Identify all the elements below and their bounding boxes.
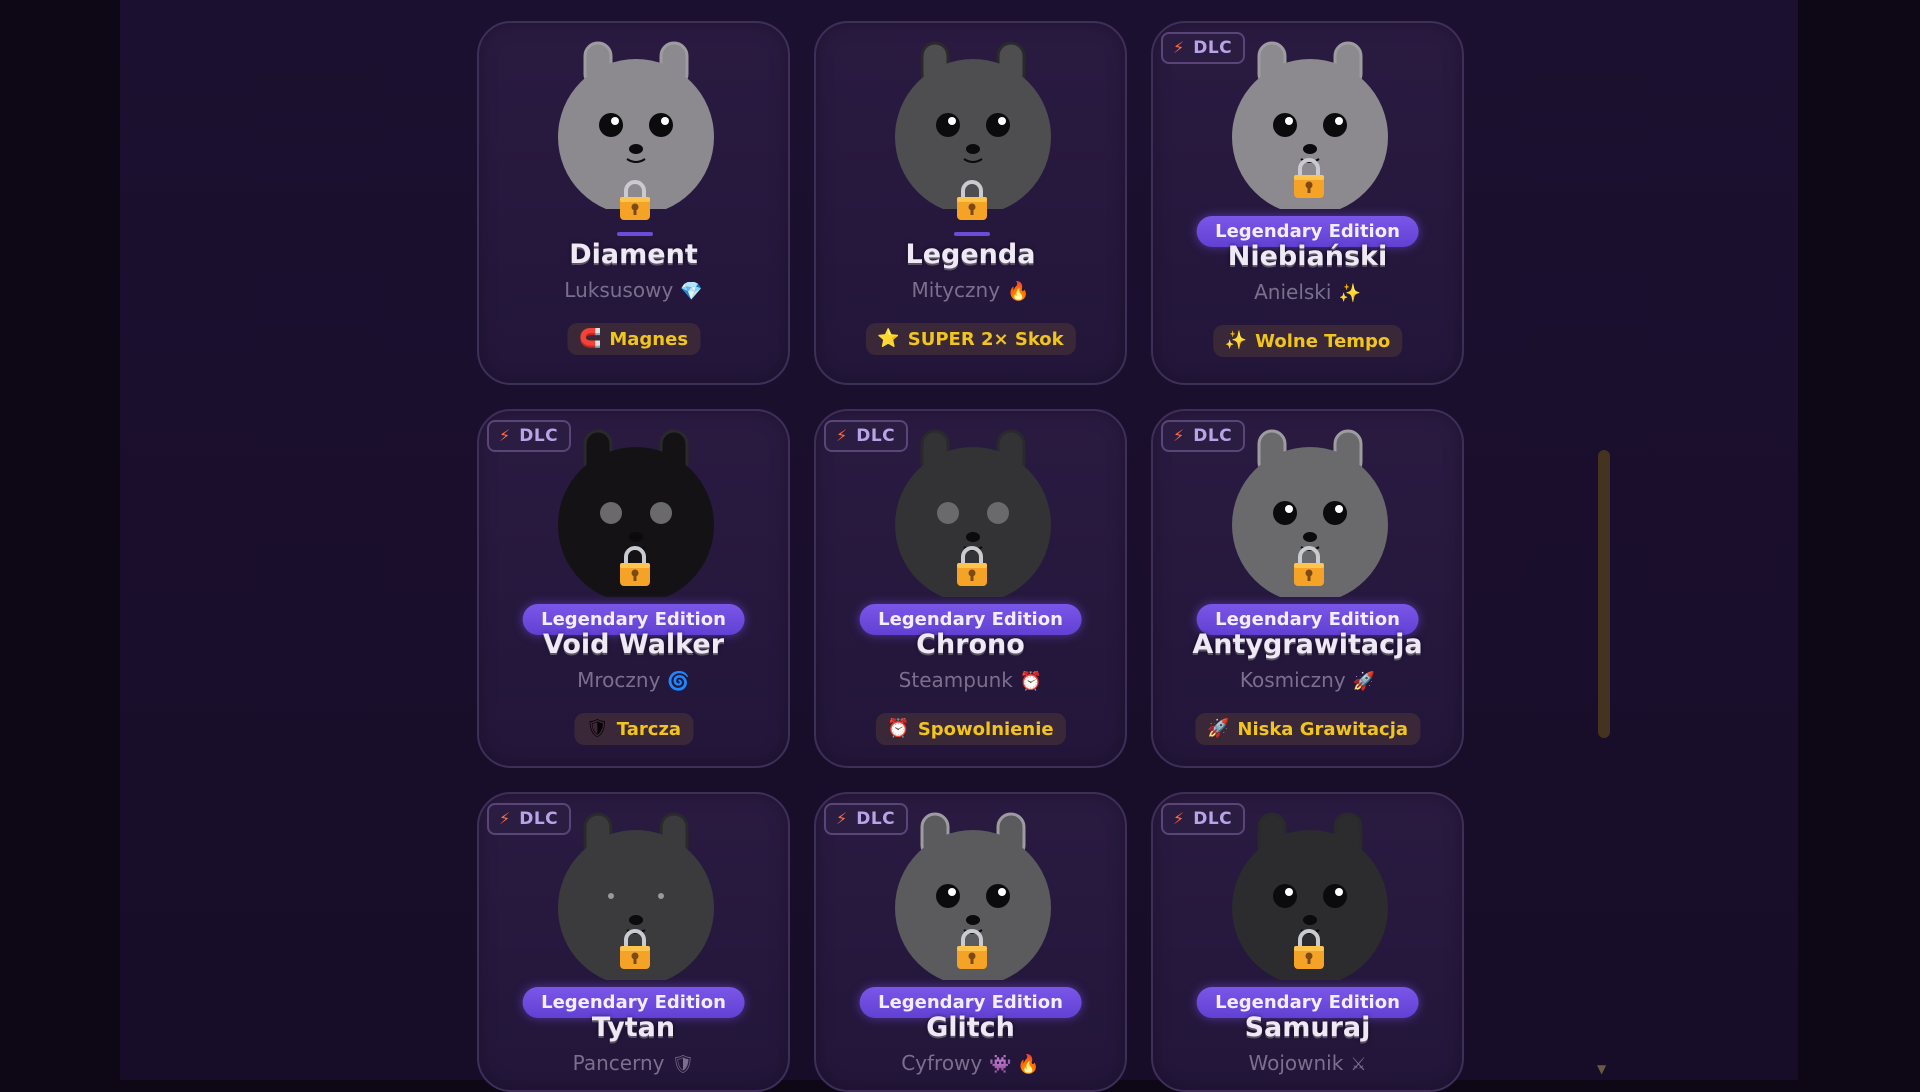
rarity-icon: 🔥 bbox=[1007, 281, 1030, 302]
skin-card[interactable]: ⚡ DLC Legendary Edition Glitch Cyfrowy 👾 🔥 bbox=[814, 792, 1127, 1092]
lock-icon bbox=[618, 180, 652, 222]
skin-name: Glitch bbox=[926, 1012, 1015, 1043]
rarity-icon: 🛡 bbox=[671, 1054, 695, 1075]
ability-chip: ⭐ SUPER 2× Skok bbox=[865, 323, 1076, 355]
rarity-icon: 🌀 bbox=[667, 671, 690, 692]
dlc-label: DLC bbox=[519, 426, 559, 446]
ability-chip: ⏰ Spowolnienie bbox=[875, 713, 1066, 745]
ability-icon: 🧲 bbox=[578, 328, 602, 349]
skin-card[interactable]: ⚡ DLC Legendary Edition Chrono Steampunk ⏰ ⏰ Sp… bbox=[814, 409, 1127, 768]
lightning-icon: ⚡ bbox=[499, 426, 511, 445]
lock-icon bbox=[1292, 158, 1326, 200]
rarity-icon: ✨ bbox=[1338, 283, 1361, 304]
skin-name: Niebiański bbox=[1227, 241, 1388, 272]
lock-icon bbox=[618, 546, 652, 588]
skin-selection-panel: Diament Luksusowy 💎 🧲 Magnes Legenda Mityczny 🔥… bbox=[120, 0, 1798, 1092]
ability-chip: 🚀 Niska Grawitacja bbox=[1194, 713, 1421, 745]
lock-icon bbox=[955, 180, 989, 222]
skin-rarity: Luksusowy 💎 bbox=[479, 278, 788, 304]
skin-rarity: Pancerny 🛡 bbox=[479, 1051, 788, 1077]
dlc-label: DLC bbox=[1193, 426, 1233, 446]
rarity-icon: 👾 🔥 bbox=[989, 1054, 1040, 1075]
lightning-icon: ⚡ bbox=[1173, 426, 1185, 445]
lock-icon bbox=[1292, 546, 1326, 588]
ability-icon: 🚀 bbox=[1206, 718, 1230, 739]
rarity-label: Mityczny bbox=[911, 278, 1001, 302]
dlc-label: DLC bbox=[856, 426, 896, 446]
skin-name: Samuraj bbox=[1244, 1012, 1371, 1043]
skin-rarity: Kosmiczny 🚀 bbox=[1153, 668, 1462, 694]
skin-rarity: Mityczny 🔥 bbox=[816, 278, 1125, 304]
lightning-icon: ⚡ bbox=[836, 426, 848, 445]
skin-card[interactable]: ⚡ DLC Legendary Edition Void Walker Mroczny 🌀… bbox=[477, 409, 790, 768]
skin-card[interactable]: ⚡ DLC Legendary Edition Samuraj Wojownik ⚔ bbox=[1151, 792, 1464, 1092]
skin-rarity: Cyfrowy 👾 🔥 bbox=[816, 1051, 1125, 1077]
name-underline bbox=[954, 232, 990, 236]
skin-card[interactable]: Diament Luksusowy 💎 🧲 Magnes bbox=[477, 21, 790, 385]
ability-label: Tarcza bbox=[616, 718, 682, 740]
skin-rarity: Steampunk ⏰ bbox=[816, 668, 1125, 694]
dlc-label: DLC bbox=[1193, 38, 1233, 58]
lock-icon bbox=[618, 929, 652, 971]
skin-name: Diament bbox=[569, 239, 698, 270]
rarity-label: Kosmiczny bbox=[1239, 668, 1346, 692]
skin-name: Void Walker bbox=[542, 629, 725, 660]
dlc-label: DLC bbox=[856, 809, 896, 829]
skin-name: Antygrawitacja bbox=[1192, 629, 1423, 660]
rarity-label: Cyfrowy bbox=[901, 1051, 983, 1075]
dlc-label: DLC bbox=[519, 809, 559, 829]
ability-label: SUPER 2× Skok bbox=[907, 328, 1064, 350]
rarity-label: Anielski bbox=[1254, 280, 1332, 304]
ability-chip: 🧲 Magnes bbox=[566, 323, 701, 355]
lightning-icon: ⚡ bbox=[1173, 38, 1185, 57]
ability-icon: ✨ bbox=[1224, 330, 1248, 351]
ability-chip: 🛡 Tarcza bbox=[573, 713, 694, 745]
skin-name: Legenda bbox=[905, 239, 1036, 270]
skin-rarity: Wojownik ⚔ bbox=[1153, 1051, 1462, 1077]
dlc-label: DLC bbox=[1193, 809, 1233, 829]
skin-card[interactable]: ⚡ DLC Legendary Edition Tytan Pancerny 🛡 bbox=[477, 792, 790, 1092]
ability-chip: ✨ Wolne Tempo bbox=[1212, 325, 1403, 357]
ability-icon: ⭐ bbox=[877, 328, 900, 349]
skin-card[interactable]: ⚡ DLC Legendary Edition Niebiański Anielski ✨… bbox=[1151, 21, 1464, 385]
skin-rarity: Anielski ✨ bbox=[1153, 280, 1462, 306]
lock-icon bbox=[955, 546, 989, 588]
rarity-icon: 💎 bbox=[680, 281, 703, 302]
ability-label: Spowolnienie bbox=[917, 718, 1054, 740]
rarity-label: Steampunk bbox=[898, 668, 1013, 692]
scrollbar-thumb[interactable] bbox=[1598, 450, 1610, 738]
rarity-label: Luksusowy bbox=[564, 278, 674, 302]
ability-icon: 🛡 bbox=[585, 718, 609, 739]
skin-name: Tytan bbox=[591, 1012, 676, 1043]
rarity-icon: 🚀 bbox=[1352, 671, 1376, 692]
ability-label: Wolne Tempo bbox=[1255, 330, 1391, 352]
lock-icon bbox=[1292, 929, 1326, 971]
skin-card[interactable]: ⚡ DLC Legendary Edition Antygrawitacja Kosmi… bbox=[1151, 409, 1464, 768]
lightning-icon: ⚡ bbox=[1173, 809, 1185, 828]
scroll-down-arrow-icon[interactable]: ▼ bbox=[1597, 1062, 1606, 1076]
name-underline bbox=[617, 232, 653, 236]
skin-rarity: Mroczny 🌀 bbox=[479, 668, 788, 694]
ability-label: Niska Grawitacja bbox=[1237, 718, 1409, 740]
ability-label: Magnes bbox=[609, 328, 689, 350]
lightning-icon: ⚡ bbox=[499, 809, 511, 828]
lock-icon bbox=[955, 929, 989, 971]
rarity-label: Wojownik bbox=[1248, 1051, 1344, 1075]
rarity-icon: ⚔ bbox=[1350, 1054, 1367, 1075]
rarity-label: Pancerny bbox=[572, 1051, 665, 1075]
ability-icon: ⏰ bbox=[887, 718, 910, 739]
skin-name: Chrono bbox=[916, 629, 1025, 660]
skin-card[interactable]: Legenda Mityczny 🔥 ⭐ SUPER 2× Skok bbox=[814, 21, 1127, 385]
lightning-icon: ⚡ bbox=[836, 809, 848, 828]
rarity-label: Mroczny bbox=[577, 668, 661, 692]
rarity-icon: ⏰ bbox=[1019, 671, 1043, 692]
